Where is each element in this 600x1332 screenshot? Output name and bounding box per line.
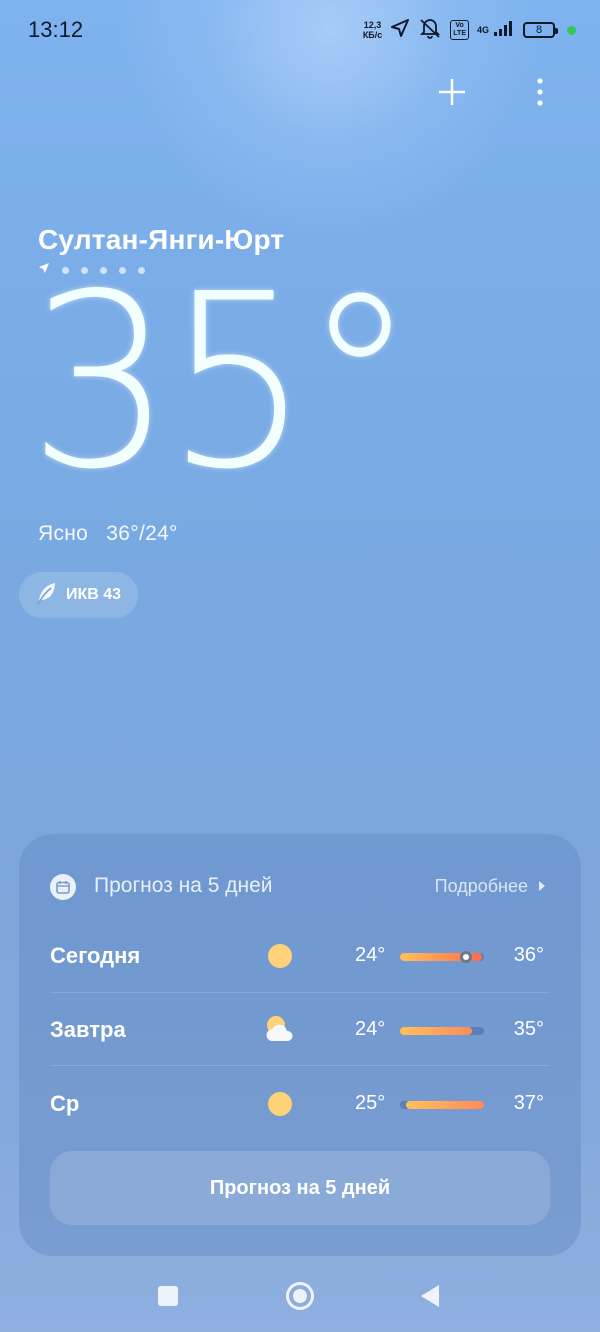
forecast-card-title: Прогноз на 5 дней [94, 874, 273, 897]
condition-text: Ясно [38, 522, 89, 545]
forecast-row-wednesday[interactable]: Ср 25° 37° [50, 1067, 550, 1140]
forecast-low: 24° [355, 1018, 386, 1040]
signal-icon [493, 19, 515, 42]
high-low-text: 36°/24° [106, 522, 178, 545]
volte-top: Vo [455, 22, 464, 29]
network-speed-unit: КБ/с [362, 30, 383, 40]
more-details-label: Подробнее [434, 876, 528, 896]
back-triangle-icon [419, 1284, 441, 1313]
temperature-range-fill [406, 1101, 484, 1109]
square-icon [157, 1285, 179, 1312]
network-speed: 12,3 КБ/с [363, 20, 382, 40]
location-arrow-icon [390, 18, 410, 43]
privacy-indicator-dot [567, 25, 576, 35]
current-conditions: Ясно 36°/24° [38, 522, 178, 546]
forecast-row-today[interactable]: Сегодня 24° 36° [50, 919, 550, 992]
forecast-row-tomorrow[interactable]: Завтра 24° 35° [50, 993, 550, 1066]
current-temperature: 35° [28, 242, 417, 522]
battery-level: 8 [535, 24, 543, 36]
forecast-low: 24° [355, 944, 386, 966]
sun-icon [263, 939, 297, 973]
more-menu-button[interactable] [520, 74, 560, 114]
system-navigation-bar [0, 1262, 600, 1332]
add-city-button[interactable] [432, 74, 472, 114]
temperature-range-bar [400, 1101, 484, 1109]
aqi-badge[interactable]: ИКВ 43 [19, 572, 139, 618]
aqi-label: ИКВ 43 [66, 586, 122, 603]
current-temp-marker [460, 951, 472, 963]
back-button[interactable] [412, 1280, 448, 1316]
temperature-range-bar [400, 951, 484, 963]
sun-icon [263, 1087, 297, 1121]
forecast-high: 35° [513, 1018, 544, 1040]
plus-icon [436, 76, 468, 113]
forecast-day: Сегодня [50, 943, 141, 968]
circle-icon [285, 1281, 315, 1316]
forecast-card-header: Прогноз на 5 дней Подробнее [50, 872, 550, 902]
volte-bottom: LTE [453, 30, 466, 37]
home-button[interactable] [282, 1280, 318, 1316]
partly-cloudy-icon [263, 1013, 297, 1047]
forecast-card: Прогноз на 5 дней Подробнее Сегодня 24° … [19, 834, 581, 1256]
row-divider [50, 1065, 550, 1066]
chevron-right-icon [538, 876, 546, 897]
status-icons: 12,3 КБ/с Vo LTE 4G 8 [363, 16, 576, 44]
five-day-forecast-button[interactable]: Прогноз на 5 дней [50, 1151, 550, 1225]
network-type: 4G [476, 25, 489, 35]
more-details-link[interactable]: Подробнее [435, 876, 546, 897]
network-speed-value: 12,3 [363, 20, 382, 30]
calendar-icon [50, 874, 76, 900]
temperature-range-bar [400, 1027, 484, 1035]
volte-badge: Vo LTE [450, 20, 469, 40]
battery-icon: 8 [523, 22, 558, 38]
leaf-icon [35, 581, 57, 610]
status-bar: 13:12 12,3 КБ/с Vo LTE 4G 8 [0, 0, 600, 60]
forecast-day: Завтра [50, 1017, 126, 1042]
more-vertical-icon [536, 77, 544, 112]
recent-apps-button[interactable] [150, 1280, 186, 1316]
forecast-low: 25° [355, 1092, 386, 1114]
temperature-range-fill [400, 1027, 472, 1035]
forecast-day: Ср [50, 1091, 80, 1116]
status-time: 13:12 [28, 17, 84, 42]
mute-bell-icon [418, 17, 442, 44]
top-actions [432, 74, 560, 114]
forecast-high: 36° [513, 944, 544, 966]
forecast-high: 37° [513, 1092, 544, 1114]
